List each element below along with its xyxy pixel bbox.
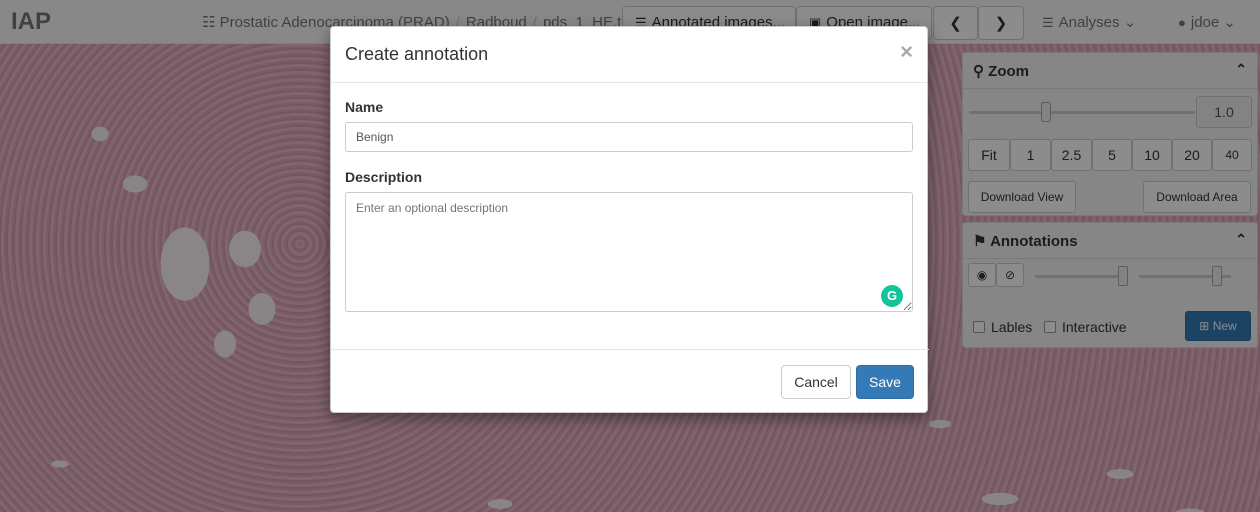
grammarly-icon[interactable]: G bbox=[881, 285, 903, 307]
close-icon[interactable]: × bbox=[900, 39, 913, 65]
modal-footer: Cancel Save bbox=[331, 349, 929, 414]
name-label: Name bbox=[345, 99, 384, 115]
modal-body: Name Description bbox=[331, 83, 927, 328]
cancel-button[interactable]: Cancel bbox=[781, 365, 851, 399]
modal-title: Create annotation bbox=[345, 44, 489, 64]
save-button[interactable]: Save bbox=[856, 365, 914, 399]
create-annotation-dialog: Create annotation × Name Description G C… bbox=[330, 26, 929, 414]
name-input[interactable] bbox=[345, 122, 913, 152]
modal-header: Create annotation × bbox=[331, 27, 927, 83]
description-label: Description bbox=[345, 169, 423, 185]
description-textarea[interactable] bbox=[345, 192, 913, 312]
